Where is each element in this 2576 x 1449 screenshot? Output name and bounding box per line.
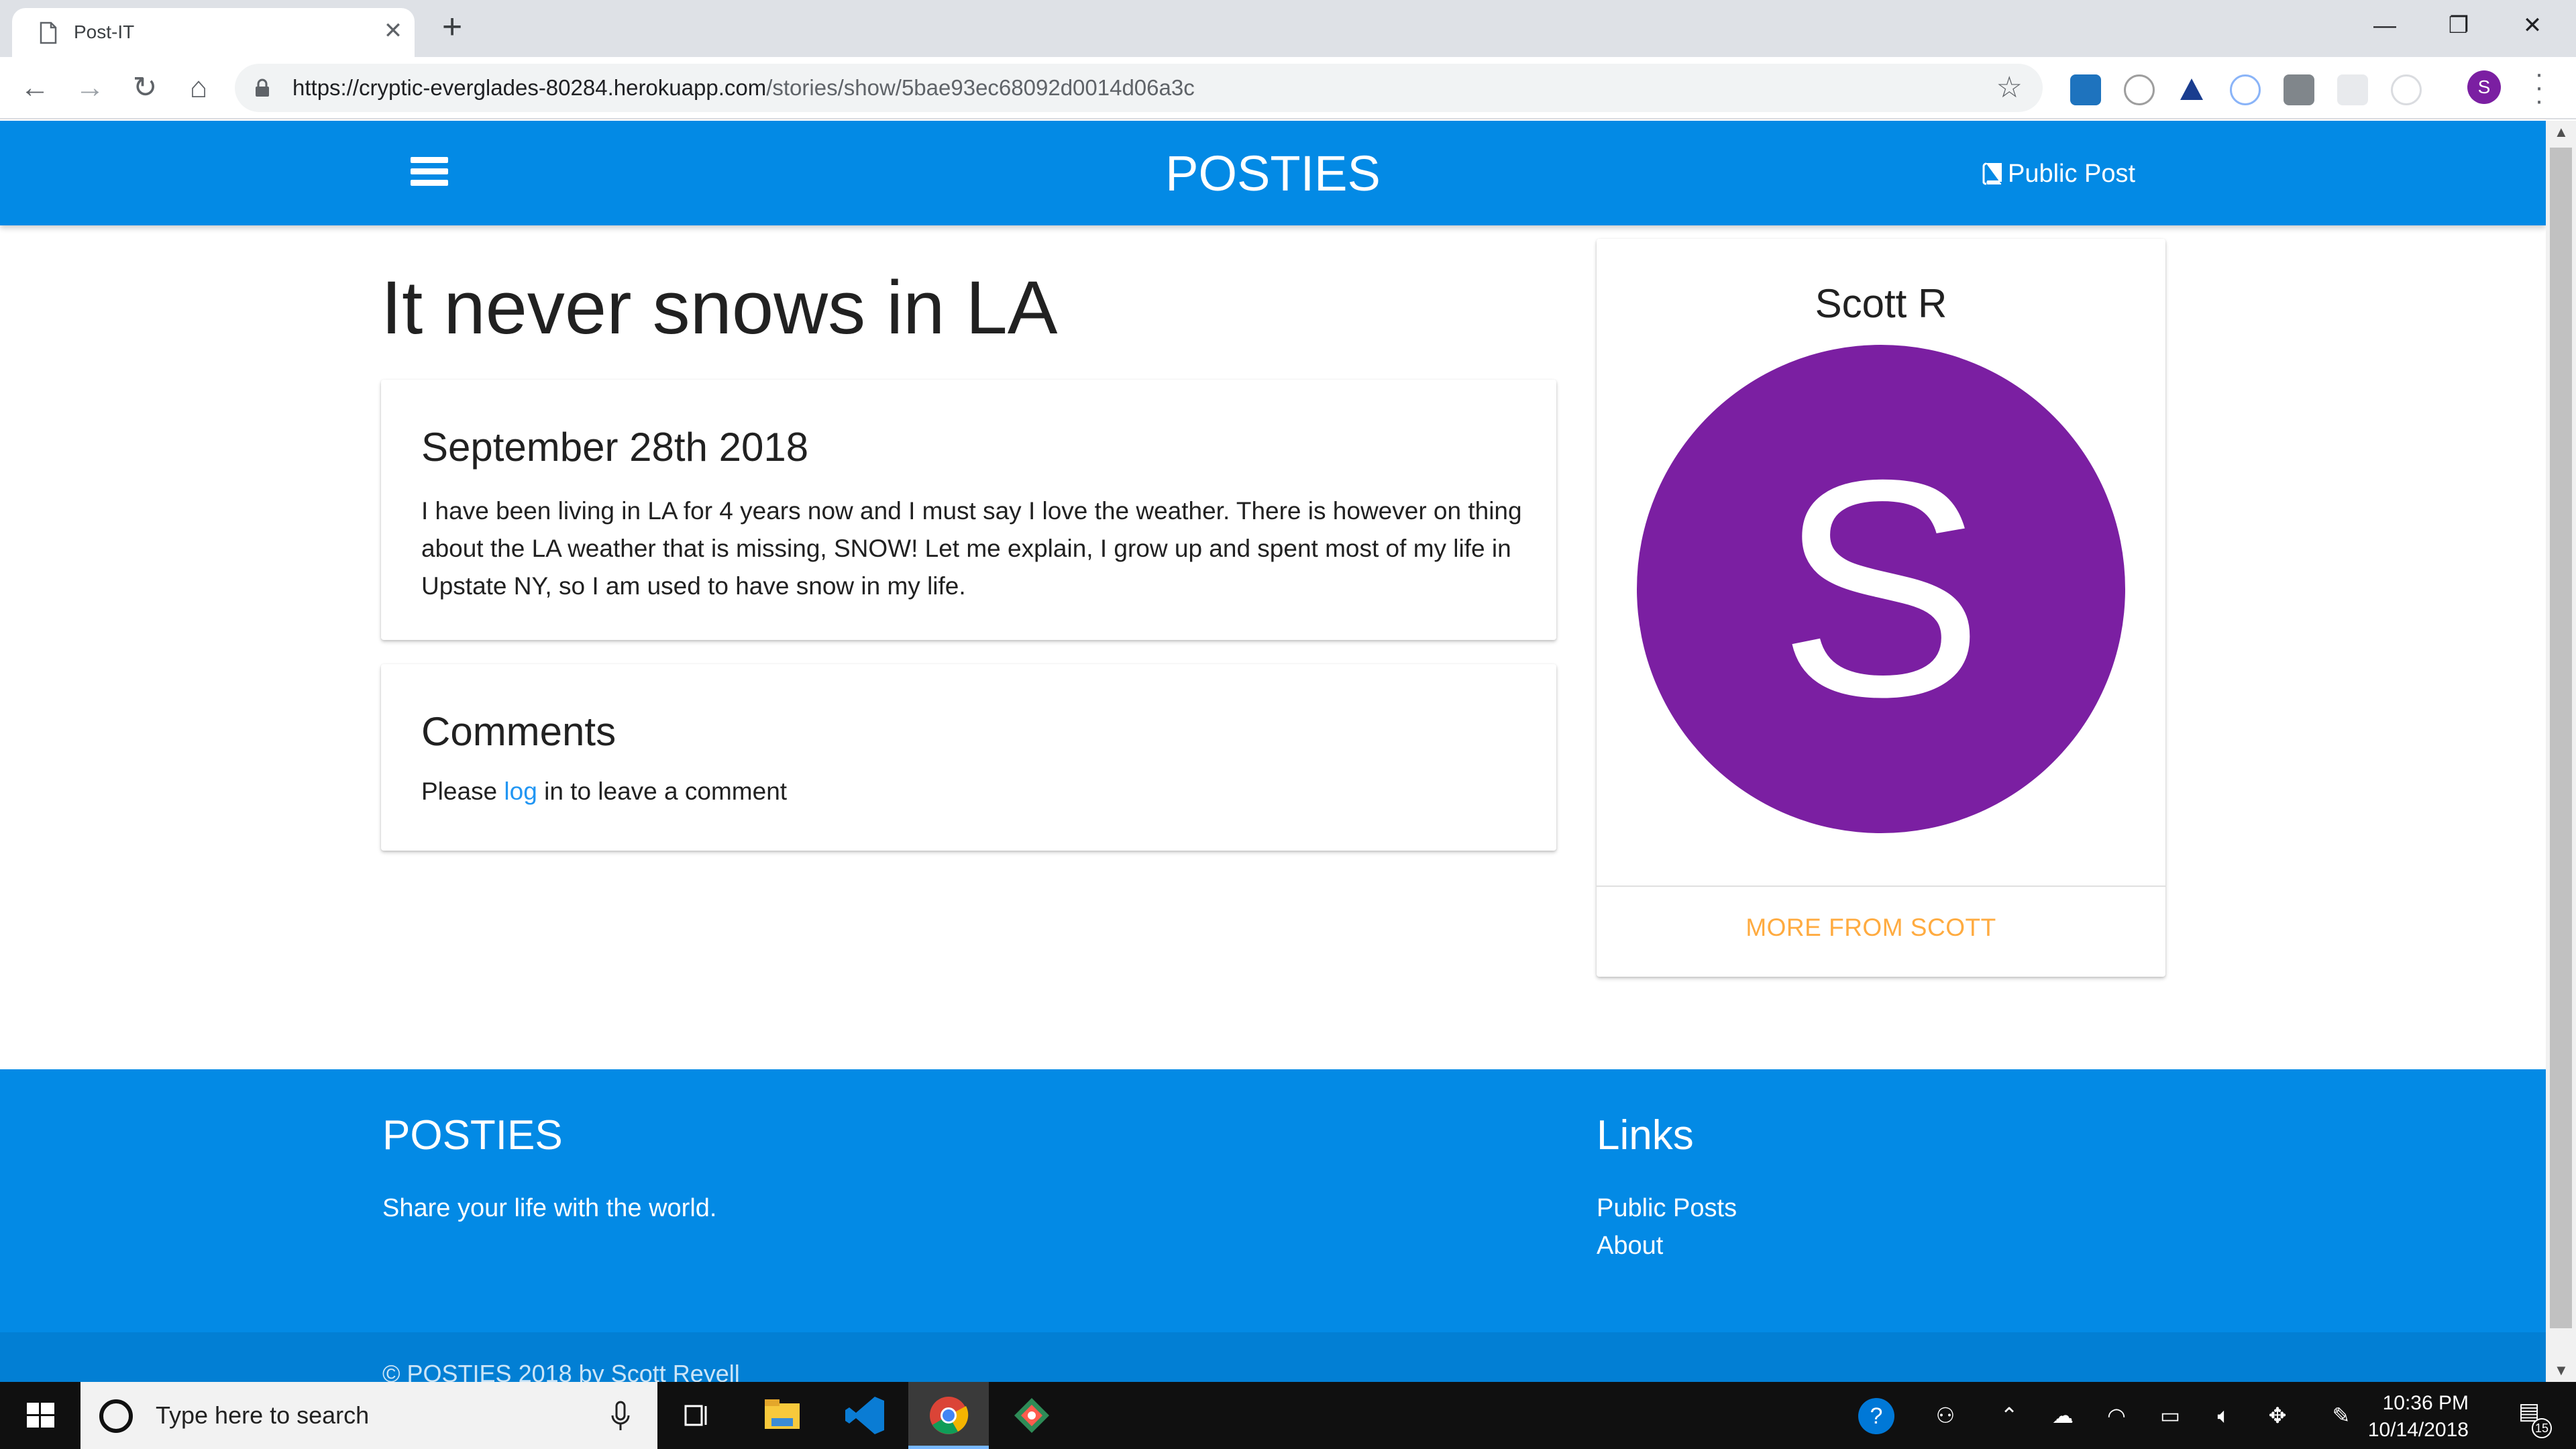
windows-taskbar: Type here to search ? ⚇ ⌃ ☁ ◠ ▭ 🔈︎ ✥ ✎ 1… [0, 1382, 2576, 1449]
author-avatar: S [1637, 345, 2125, 833]
profile-avatar[interactable]: S [2467, 70, 2501, 104]
browser-title-bar: Post-IT ✕ + — ❐ ✕ [0, 0, 2576, 57]
task-view-icon[interactable] [657, 1382, 738, 1449]
lock-icon [256, 78, 269, 97]
footer-links-title: Links [1597, 1112, 1694, 1159]
tab-close-icon[interactable]: ✕ [380, 17, 407, 44]
author-card: Scott R S MORE FROM SCOTT [1597, 239, 2165, 977]
card-divider [1597, 885, 2165, 887]
document-icon [40, 21, 57, 44]
extension-circle-icon[interactable] [2124, 74, 2155, 105]
home-icon[interactable]: ⌂ [180, 69, 217, 107]
book-icon [1982, 162, 2002, 185]
clock-time: 10:36 PM [2382, 1392, 2469, 1414]
story-card: September 28th 2018 I have been living i… [381, 380, 1556, 640]
extension-code-icon[interactable] [2284, 74, 2314, 105]
extension-ring-icon[interactable] [2391, 74, 2422, 105]
story-body: I have been living in LA for 4 years now… [421, 497, 1522, 600]
windows-logo-icon [27, 1403, 54, 1428]
story-title: It never snows in LA [381, 266, 1058, 350]
public-post-link[interactable]: Public Post [1982, 158, 2135, 189]
taskbar-search-box[interactable]: Type here to search [80, 1382, 657, 1449]
extension-grid-icon[interactable] [2337, 74, 2368, 105]
comments-prompt-suffix: in to leave a comment [537, 777, 788, 805]
onedrive-icon[interactable]: ☁ [2049, 1402, 2076, 1429]
comments-title: Comments [421, 709, 616, 754]
footer-link-about[interactable]: About [1597, 1230, 1663, 1261]
wifi-icon[interactable]: ◠ [2103, 1402, 2130, 1429]
system-clock[interactable]: 10:36 PM 10/14/2018 [2355, 1390, 2469, 1444]
cortana-icon [99, 1399, 133, 1433]
footer-brand: POSTIES [382, 1112, 563, 1159]
comments-prompt: Please log in to leave a comment [421, 775, 787, 808]
extension-drive-icon[interactable] [2176, 74, 2207, 105]
footer-tagline: Share your life with the world. [382, 1194, 717, 1222]
clock-date: 10/14/2018 [2367, 1419, 2469, 1441]
tab-title: Post-IT [74, 21, 135, 42]
comments-card: Comments Please log in to leave a commen… [381, 664, 1556, 851]
scroll-thumb[interactable] [2550, 148, 2572, 1328]
battery-icon[interactable]: ▭ [2157, 1402, 2184, 1429]
footer-link-public-posts[interactable]: Public Posts [1597, 1193, 1737, 1224]
back-icon[interactable]: ← [16, 69, 54, 107]
author-name: Scott R [1815, 281, 1947, 326]
file-explorer-icon[interactable] [742, 1382, 822, 1449]
close-window-button[interactable]: ✕ [2496, 0, 2569, 54]
bookmark-star-icon[interactable]: ☆ [1996, 72, 2023, 104]
comments-prompt-prefix: Please [421, 777, 504, 805]
forward-icon[interactable]: → [71, 69, 109, 107]
show-hidden-icons-icon[interactable]: ⌃ [1996, 1402, 2023, 1429]
browser-tab[interactable]: Post-IT ✕ [12, 8, 415, 57]
vscode-icon[interactable] [825, 1382, 906, 1449]
url-text: https://cryptic-everglades-80284.herokua… [292, 75, 1195, 100]
reload-icon[interactable]: ↻ [126, 69, 164, 107]
people-icon[interactable]: ⚇ [1932, 1402, 1959, 1429]
restore-button[interactable]: ❐ [2422, 0, 2496, 54]
address-bar[interactable]: https://cryptic-everglades-80284.herokua… [235, 64, 2043, 112]
copyright-text: © POSTIES 2018 by Scott Reyell [382, 1360, 740, 1382]
site-brand[interactable]: POSTIES [0, 145, 2546, 203]
help-icon[interactable]: ? [1858, 1398, 1894, 1434]
git-kraken-icon[interactable] [991, 1382, 1072, 1449]
chrome-taskbar-icon[interactable] [908, 1382, 989, 1449]
taskbar-search-placeholder: Type here to search [156, 1401, 370, 1429]
more-menu-icon[interactable]: · · · [2529, 60, 2549, 114]
microphone-icon[interactable] [610, 1399, 631, 1433]
extension-dot-icon[interactable] [2230, 74, 2261, 105]
login-link[interactable]: log [504, 777, 537, 805]
footer-bottom-bar: © POSTIES 2018 by Scott Reyell [0, 1332, 2546, 1382]
volume-icon[interactable]: 🔈︎ [2210, 1402, 2237, 1429]
site-navbar: POSTIES Public Post [0, 121, 2546, 225]
page-scrollbar[interactable]: ▲ ▼ [2546, 121, 2576, 1382]
new-tab-button[interactable]: + [435, 9, 470, 46]
minimize-button[interactable]: — [2348, 0, 2422, 54]
scroll-up-icon[interactable]: ▲ [2554, 123, 2569, 141]
site-footer: POSTIES Share your life with the world. … [0, 1069, 2546, 1382]
action-center-icon[interactable]: ▤ 15 [2509, 1398, 2552, 1438]
extension-t-icon[interactable] [2070, 74, 2101, 105]
page-viewport: POSTIES Public Post It never snows in LA… [0, 121, 2546, 1382]
scroll-down-icon[interactable]: ▼ [2554, 1362, 2569, 1379]
public-post-label: Public Post [2008, 160, 2136, 188]
browser-toolbar: ← → ↻ ⌂ https://cryptic-everglades-80284… [0, 57, 2576, 119]
story-date: September 28th 2018 [421, 425, 809, 470]
more-from-author-link[interactable]: MORE FROM SCOTT [1597, 912, 2145, 943]
pen-icon[interactable]: ✎ [2328, 1402, 2355, 1429]
notification-count-badge: 15 [2532, 1418, 2552, 1438]
dropbox-icon[interactable]: ✥ [2264, 1402, 2291, 1429]
start-button[interactable] [0, 1382, 80, 1449]
